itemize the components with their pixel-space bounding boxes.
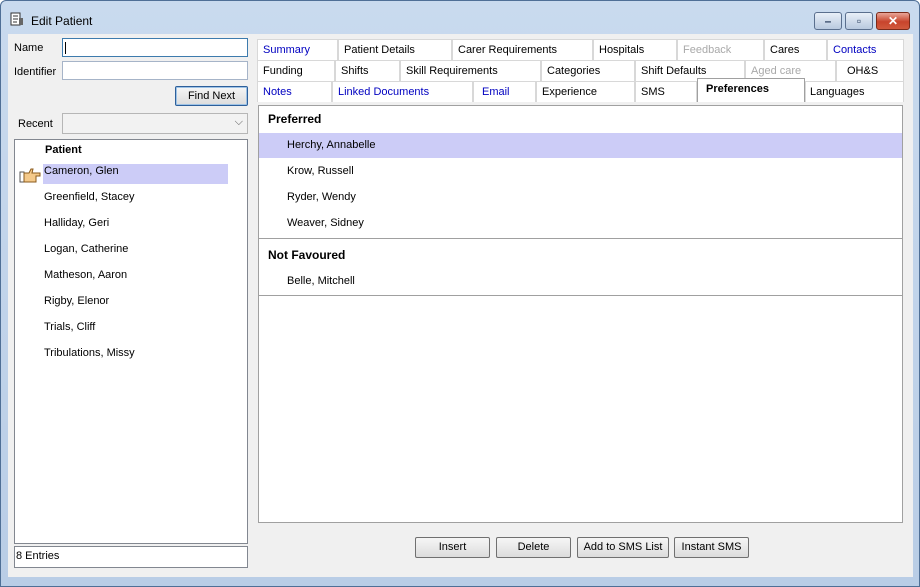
minimize-icon: – [824, 14, 832, 28]
find-next-button[interactable]: Find Next [175, 86, 248, 106]
patient-list-item[interactable]: Halliday, Geri [43, 216, 228, 236]
patient-record-icon [10, 12, 23, 26]
tab-feedback[interactable]: Feedback [677, 39, 764, 60]
preferences-panel: Preferred Herchy, Annabelle Krow, Russel… [258, 105, 903, 523]
name-label: Name [14, 42, 44, 54]
preferred-carer-item[interactable]: Krow, Russell [259, 159, 902, 184]
tab-carer-requirements[interactable]: Carer Requirements [452, 39, 593, 60]
close-button[interactable]: ✕ [876, 12, 910, 30]
tab-linked-documents[interactable]: Linked Documents [332, 81, 473, 102]
identifier-input[interactable] [62, 61, 248, 80]
tab-cares[interactable]: Cares [764, 39, 827, 60]
edit-patient-window: Edit Patient – ▫ ✕ Name Identifier Find … [0, 0, 920, 587]
title-bar[interactable]: Edit Patient – ▫ ✕ [1, 1, 919, 33]
tab-row-2: Funding Shifts Skill Requirements Catego… [257, 60, 904, 81]
patient-list[interactable]: Patient Cameron, Glen Greenfield, Stacey… [14, 139, 248, 544]
not-favoured-carer-item[interactable]: Belle, Mitchell [259, 269, 902, 294]
name-input[interactable] [62, 38, 248, 57]
patient-list-item[interactable]: Cameron, Glen [43, 164, 228, 184]
close-icon: ✕ [887, 14, 899, 28]
tab-sms[interactable]: SMS [635, 81, 697, 102]
patient-list-item[interactable]: Tribulations, Missy [43, 346, 228, 366]
tab-row-3: Notes Linked Documents Email Experience … [257, 78, 904, 102]
recent-label: Recent [18, 118, 53, 130]
tab-summary[interactable]: Summary [257, 39, 338, 60]
text-caret [65, 42, 66, 54]
tab-email[interactable]: Email [473, 81, 536, 102]
delete-button[interactable]: Delete [496, 537, 571, 558]
entries-status: 8 Entries [14, 546, 248, 568]
patient-list-item[interactable]: Rigby, Elenor [43, 294, 228, 314]
pointing-hand-icon [19, 168, 41, 183]
tab-hospitals[interactable]: Hospitals [593, 39, 677, 60]
minimize-button[interactable]: – [814, 12, 842, 30]
tab-notes[interactable]: Notes [257, 81, 332, 102]
section-divider [259, 295, 902, 296]
window-title: Edit Patient [31, 14, 93, 28]
tab-languages[interactable]: Languages [805, 81, 904, 102]
maximize-icon: ▫ [856, 14, 862, 28]
add-to-sms-list-button[interactable]: Add to SMS List [577, 537, 669, 558]
tab-experience[interactable]: Experience [536, 81, 635, 102]
patient-list-item[interactable]: Matheson, Aaron [43, 268, 228, 288]
patient-list-item[interactable]: Greenfield, Stacey [43, 190, 228, 210]
tab-preferences[interactable]: Preferences [697, 78, 805, 102]
tab-skill-requirements[interactable]: Skill Requirements [400, 60, 541, 81]
tab-ohs[interactable]: OH&S [836, 60, 904, 81]
recent-dropdown[interactable]: ⌵ [62, 113, 248, 134]
patient-list-item[interactable]: Logan, Catherine [43, 242, 228, 262]
preferred-carer-item[interactable]: Weaver, Sidney [259, 211, 902, 236]
patient-list-header: Patient [45, 144, 82, 156]
preferred-carer-item[interactable]: Ryder, Wendy [259, 185, 902, 210]
identifier-label: Identifier [14, 66, 57, 78]
insert-button[interactable]: Insert [415, 537, 490, 558]
not-favoured-section-title: Not Favoured [268, 248, 346, 262]
tab-categories[interactable]: Categories [541, 60, 635, 81]
maximize-button[interactable]: ▫ [845, 12, 873, 30]
tab-patient-details[interactable]: Patient Details [338, 39, 452, 60]
section-divider [259, 238, 902, 239]
preferred-section-title: Preferred [268, 112, 322, 126]
chevron-down-icon: ⌵ [234, 116, 243, 128]
instant-sms-button[interactable]: Instant SMS [674, 537, 749, 558]
tab-row-1: Summary Patient Details Carer Requiremen… [257, 39, 904, 60]
tab-shifts[interactable]: Shifts [335, 60, 400, 81]
tab-funding[interactable]: Funding [257, 60, 335, 81]
preferred-carer-item[interactable]: Herchy, Annabelle [259, 133, 902, 158]
window-client-area: Name Identifier Find Next Recent ⌵ Patie… [8, 34, 913, 577]
tab-contacts[interactable]: Contacts [827, 39, 904, 60]
patient-list-item[interactable]: Trials, Cliff [43, 320, 228, 340]
